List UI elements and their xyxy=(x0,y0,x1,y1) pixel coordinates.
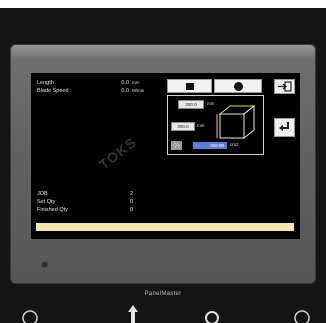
square-shape-icon xyxy=(186,83,194,90)
status-bar xyxy=(36,223,294,231)
length-label: Length xyxy=(37,80,54,86)
finished-qty-value: 0 xyxy=(129,207,133,213)
brand-label: PanelMaster xyxy=(144,291,182,297)
set-qty-value: 0 xyxy=(129,199,133,205)
up-arrow-icon[interactable] xyxy=(125,303,141,323)
reset-icon[interactable] xyxy=(292,308,312,323)
width-input[interactable]: 300.0 xyxy=(178,100,204,109)
length-value: 0.0 xyxy=(121,80,129,86)
area-value: 900.00 xyxy=(193,142,227,149)
material-swatch-icon xyxy=(173,143,180,148)
exit-button[interactable] xyxy=(274,79,295,94)
job-label: JOB xyxy=(37,191,48,197)
height-unit: mm xyxy=(197,123,205,128)
finished-qty-label: Finished Qty xyxy=(37,207,68,213)
hmi-screen: Length 0.0 mm Blade Speed 0.0 M/min 300.… xyxy=(31,73,300,239)
area-unit: cm2 xyxy=(230,142,239,147)
height-input[interactable]: 300.0 xyxy=(171,122,195,131)
job-value: 2 xyxy=(129,191,133,197)
blade-speed-label: Blade Speed xyxy=(37,88,69,94)
blade-speed-value: 0.0 xyxy=(121,88,129,94)
enter-arrow-icon xyxy=(279,122,289,131)
blade-speed-unit: M/min xyxy=(132,88,145,93)
bottom-controls xyxy=(0,300,326,323)
photo-frame: PanelMaster Length 0.0 mm Blade Speed 0.… xyxy=(0,0,326,323)
power-led-icon xyxy=(42,262,47,267)
cube-dimension-icon xyxy=(216,104,256,139)
dimension-panel: 300.0 mm 300.0 mm 900.00 cm2 xyxy=(167,95,264,155)
circle-shape-button[interactable] xyxy=(214,79,262,93)
settings-icon[interactable] xyxy=(200,308,224,323)
exit-icon xyxy=(278,81,292,92)
material-button[interactable] xyxy=(171,141,182,150)
square-shape-button[interactable] xyxy=(167,79,212,93)
enter-button[interactable] xyxy=(274,118,295,137)
set-qty-label: Set Qty xyxy=(37,199,56,205)
length-unit: mm xyxy=(132,80,140,85)
circle-shape-icon xyxy=(234,82,243,91)
power-icon[interactable] xyxy=(20,308,40,323)
